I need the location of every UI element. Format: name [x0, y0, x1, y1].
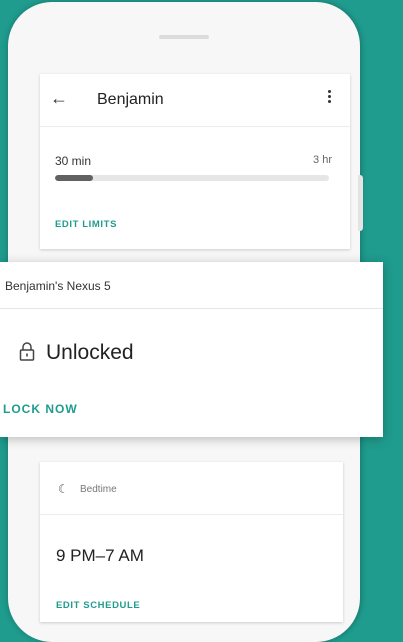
- divider: [0, 308, 383, 309]
- device-name: Benjamin's Nexus 5: [5, 279, 111, 293]
- app-bar: ← Benjamin: [40, 74, 350, 127]
- limit-max: 3 hr: [313, 154, 332, 166]
- device-status: Unlocked: [46, 341, 134, 364]
- limit-progress-bar: [55, 175, 329, 181]
- lock-open-icon: [19, 342, 35, 361]
- phone-side-button: [358, 175, 363, 231]
- edit-limits-button[interactable]: EDIT LIMITS: [55, 219, 117, 230]
- bedtime-header: ☾ Bedtime: [40, 462, 343, 515]
- limit-progress-fill: [55, 175, 94, 181]
- limit-current: 30 min: [55, 154, 92, 168]
- more-vert-icon[interactable]: [328, 90, 332, 105]
- phone-speaker: [159, 35, 209, 39]
- limits-card: ← Benjamin 30 min 3 hr EDIT LIMITS: [40, 74, 350, 249]
- back-arrow-icon[interactable]: ←: [50, 88, 68, 109]
- edit-schedule-button[interactable]: EDIT SCHEDULE: [56, 600, 140, 611]
- bedtime-card: ☾ Bedtime 9 PM–7 AM EDIT SCHEDULE: [40, 462, 343, 622]
- page-title: Benjamin: [97, 91, 164, 108]
- device-status-card: Benjamin's Nexus 5 Unlocked LOCK NOW: [0, 262, 383, 437]
- bedtime-label: Bedtime: [80, 484, 117, 495]
- moon-icon: ☾: [58, 482, 69, 496]
- bedtime-range: 9 PM–7 AM: [56, 546, 144, 565]
- lock-now-button[interactable]: LOCK NOW: [3, 402, 78, 416]
